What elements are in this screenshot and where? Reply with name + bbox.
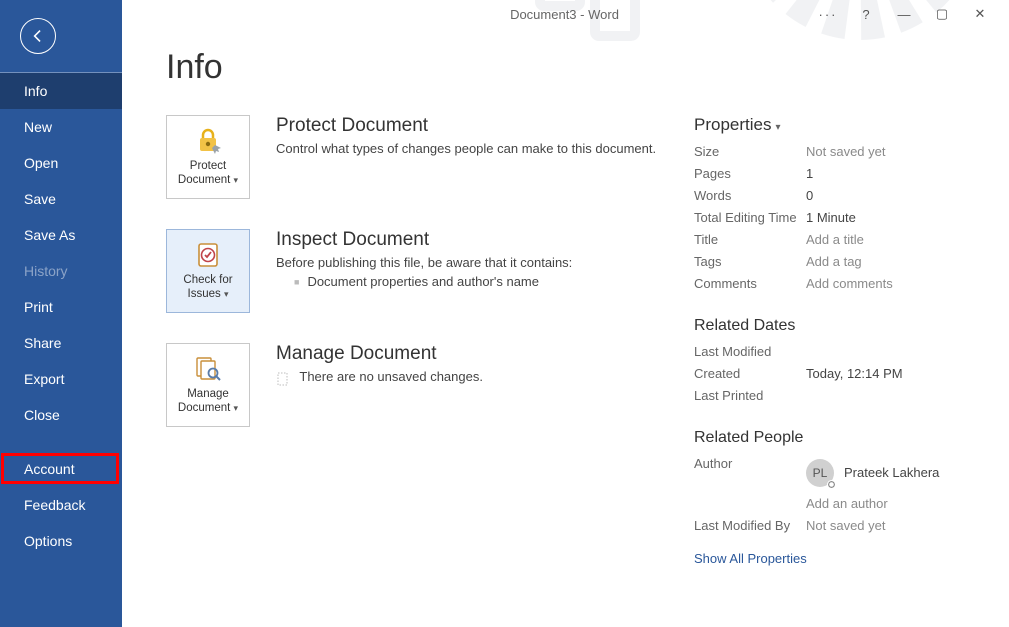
prop-last-modified-key: Last Modified bbox=[694, 341, 806, 363]
prop-last-modified-by-value: Not saved yet bbox=[806, 515, 979, 537]
properties-heading[interactable]: Properties▾ bbox=[694, 115, 979, 135]
sidebar-item-save[interactable]: Save bbox=[0, 181, 122, 217]
prop-pages-value: 1 bbox=[806, 163, 979, 185]
tile-label: Manage Document ▾ bbox=[171, 388, 245, 416]
sidebar-item-label: Feedback bbox=[24, 497, 85, 513]
sidebar-item-close[interactable]: Close bbox=[0, 397, 122, 433]
minimize-button[interactable]: — bbox=[885, 4, 923, 24]
prop-tags-value[interactable]: Add a tag bbox=[806, 251, 979, 273]
sidebar-item-open[interactable]: Open bbox=[0, 145, 122, 181]
related-people-heading: Related People bbox=[694, 429, 979, 447]
sidebar-item-label: Info bbox=[24, 83, 47, 99]
sidebar-item-feedback[interactable]: Feedback bbox=[0, 487, 122, 523]
back-button[interactable] bbox=[20, 18, 56, 54]
sidebar-item-new[interactable]: New bbox=[0, 109, 122, 145]
sidebar-item-label: Options bbox=[24, 533, 72, 549]
sidebar-item-label: Open bbox=[24, 155, 58, 171]
manage-document-section: Manage Document ▾ Manage Document There … bbox=[166, 343, 666, 427]
manage-document-button[interactable]: Manage Document ▾ bbox=[166, 343, 250, 427]
prop-created-value: Today, 12:14 PM bbox=[806, 363, 979, 385]
window-controls: ··· ? — ▢ ✕ bbox=[809, 4, 999, 24]
protect-document-section: Protect Document ▾ Protect Document Cont… bbox=[166, 115, 666, 199]
chevron-down-icon: ▾ bbox=[775, 122, 780, 133]
help-button[interactable]: ? bbox=[847, 4, 885, 24]
prop-comments-key: Comments bbox=[694, 273, 806, 295]
arrow-left-icon bbox=[29, 27, 47, 45]
document-icon bbox=[276, 372, 290, 384]
backstage-main: Info Protect Document ▾ bbox=[122, 0, 1009, 627]
author-name: Prateek Lakhera bbox=[844, 462, 939, 484]
prop-words-key: Words bbox=[694, 185, 806, 207]
backstage-sidebar: Info New Open Save Save As History Print… bbox=[0, 0, 122, 627]
prop-pages-key: Pages bbox=[694, 163, 806, 185]
show-all-properties-link[interactable]: Show All Properties bbox=[694, 551, 807, 566]
sidebar-item-label: New bbox=[24, 119, 52, 135]
check-for-issues-button[interactable]: Check for Issues ▾ bbox=[166, 229, 250, 313]
documents-magnify-icon bbox=[193, 354, 223, 384]
lock-shield-icon bbox=[193, 126, 223, 156]
sidebar-item-share[interactable]: Share bbox=[0, 325, 122, 361]
sidebar-item-print[interactable]: Print bbox=[0, 289, 122, 325]
section-lead: Before publishing this file, be aware th… bbox=[276, 255, 572, 270]
prop-title-value[interactable]: Add a title bbox=[806, 229, 979, 251]
tile-label: Check for Issues ▾ bbox=[171, 274, 245, 302]
checklist-icon bbox=[194, 240, 222, 270]
prop-created-key: Created bbox=[694, 363, 806, 385]
page-title: Info bbox=[166, 48, 979, 87]
prop-size-value: Not saved yet bbox=[806, 141, 979, 163]
prop-title-key: Title bbox=[694, 229, 806, 251]
section-heading: Inspect Document bbox=[276, 229, 572, 251]
sidebar-item-label: Account bbox=[24, 461, 75, 477]
properties-panel: Properties▾ SizeNot saved yet Pages1 Wor… bbox=[694, 115, 979, 566]
related-dates-heading: Related Dates bbox=[694, 317, 979, 335]
sidebar-item-label: Close bbox=[24, 407, 60, 423]
sidebar-item-label: Export bbox=[24, 371, 64, 387]
section-heading: Protect Document bbox=[276, 115, 656, 137]
sidebar-item-info[interactable]: Info bbox=[0, 73, 122, 109]
author-entry[interactable]: PL Prateek Lakhera bbox=[806, 459, 979, 487]
sidebar-item-export[interactable]: Export bbox=[0, 361, 122, 397]
restore-button[interactable]: ▢ bbox=[923, 4, 961, 24]
sidebar-item-label: Save As bbox=[24, 227, 75, 243]
inspect-bullet: Document properties and author's name bbox=[294, 274, 572, 289]
window-title: Document3 - Word bbox=[510, 7, 619, 22]
prop-comments-value[interactable]: Add comments bbox=[806, 273, 979, 295]
sidebar-item-label: Print bbox=[24, 299, 53, 315]
sidebar-item-save-as[interactable]: Save As bbox=[0, 217, 122, 253]
prop-last-printed-key: Last Printed bbox=[694, 385, 806, 407]
avatar: PL bbox=[806, 459, 834, 487]
sidebar-item-label: Share bbox=[24, 335, 61, 351]
prop-total-editing-time-key: Total Editing Time bbox=[694, 207, 806, 229]
prop-words-value: 0 bbox=[806, 185, 979, 207]
protect-document-button[interactable]: Protect Document ▾ bbox=[166, 115, 250, 199]
section-heading: Manage Document bbox=[276, 343, 483, 365]
sidebar-item-account[interactable]: Account bbox=[0, 451, 122, 487]
ribbon-options-button[interactable]: ··· bbox=[809, 4, 847, 24]
prop-last-printed-value bbox=[806, 385, 979, 407]
sidebar-item-label: History bbox=[24, 263, 68, 279]
section-line: There are no unsaved changes. bbox=[276, 369, 483, 384]
prop-total-editing-time-value: 1 Minute bbox=[806, 207, 979, 229]
sidebar-item-options[interactable]: Options bbox=[0, 523, 122, 559]
prop-last-modified-by-key: Last Modified By bbox=[694, 515, 806, 537]
tile-label: Protect Document ▾ bbox=[171, 160, 245, 188]
inspect-document-section: Check for Issues ▾ Inspect Document Befo… bbox=[166, 229, 666, 313]
section-desc: Control what types of changes people can… bbox=[276, 141, 656, 156]
prop-last-modified-value bbox=[806, 341, 979, 363]
prop-size-key: Size bbox=[694, 141, 806, 163]
presence-indicator bbox=[827, 480, 836, 489]
prop-tags-key: Tags bbox=[694, 251, 806, 273]
add-author[interactable]: Add an author bbox=[806, 493, 979, 515]
sidebar-item-label: Save bbox=[24, 191, 56, 207]
prop-author-key: Author bbox=[694, 453, 806, 475]
close-window-button[interactable]: ✕ bbox=[961, 4, 999, 24]
sidebar-item-history: History bbox=[0, 253, 122, 289]
